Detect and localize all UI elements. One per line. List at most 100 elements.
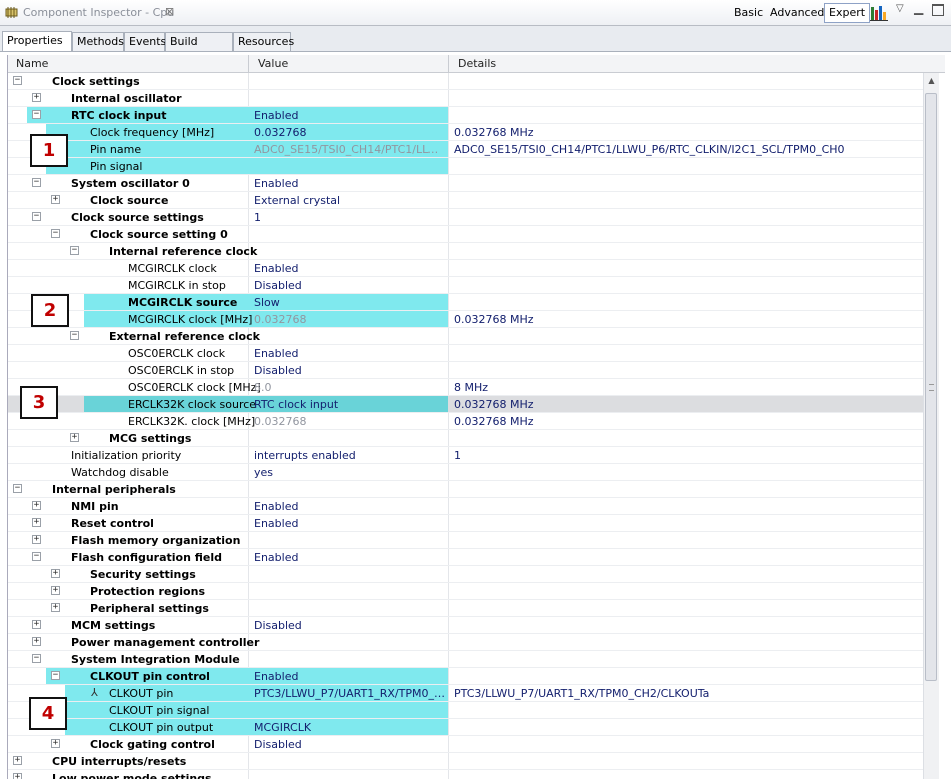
tree-row[interactable]: − System oscillator 0 Enabled: [8, 175, 924, 192]
column-separator[interactable]: [248, 55, 249, 72]
expand-icon[interactable]: +: [32, 620, 41, 629]
tree-row[interactable]: ERCLK32K clock source RTC clock input 0.03…: [8, 396, 924, 413]
collapse-icon[interactable]: −: [32, 212, 41, 221]
tab-properties[interactable]: Properties: [2, 31, 72, 51]
tree-row[interactable]: + Security settings: [8, 566, 924, 583]
tree-row[interactable]: + Clock source External crystal: [8, 192, 924, 209]
expand-icon[interactable]: +: [70, 433, 79, 442]
row-value[interactable]: yes: [254, 466, 273, 479]
row-value[interactable]: 0.032768: [254, 126, 307, 139]
tree-row[interactable]: − Flash configuration field Enabled: [8, 549, 924, 566]
row-value[interactable]: 0.032768: [254, 313, 307, 326]
row-value[interactable]: External crystal: [254, 194, 340, 207]
row-value[interactable]: interrupts enabled: [254, 449, 356, 462]
row-value[interactable]: 0.032768: [254, 415, 307, 428]
expand-icon[interactable]: +: [13, 773, 22, 779]
expand-icon[interactable]: +: [51, 586, 60, 595]
tree-row[interactable]: Pin name ADC0_SE15/TSI0_CH14/PTC1/LLWU...…: [8, 141, 924, 158]
collapse-icon[interactable]: −: [70, 246, 79, 255]
tree-row[interactable]: + Peripheral settings: [8, 600, 924, 617]
tree-row[interactable]: − External reference clock: [8, 328, 924, 345]
expand-icon[interactable]: +: [51, 739, 60, 748]
row-value[interactable]: 1: [254, 211, 261, 224]
row-value[interactable]: Enabled: [254, 517, 298, 530]
column-header-name[interactable]: Name: [16, 57, 48, 70]
tree-row[interactable]: Clock frequency [MHz] 0.032768 0.032768 MH…: [8, 124, 924, 141]
tree-row[interactable]: + CPU interrupts/resets: [8, 753, 924, 770]
tree-row[interactable]: + Flash memory organization: [8, 532, 924, 549]
tree-row[interactable]: + Power management controller: [8, 634, 924, 651]
column-separator[interactable]: [448, 55, 449, 72]
row-value[interactable]: ADC0_SE15/TSI0_CH14/PTC1/LLWU...: [254, 143, 449, 156]
scrollbar-thumb[interactable]: [925, 93, 937, 681]
tree-row[interactable]: + MCG settings: [8, 430, 924, 447]
row-value[interactable]: PTC3/LLWU_P7/UART1_RX/TPM0_CH...: [254, 687, 449, 700]
collapse-icon[interactable]: −: [13, 484, 22, 493]
expand-icon[interactable]: +: [32, 535, 41, 544]
tree-row[interactable]: OSC0ERCLK clock [MHz] 8.0 8 MHz: [8, 379, 924, 396]
column-header-value[interactable]: Value: [258, 57, 288, 70]
mode-expert-button[interactable]: Expert: [824, 3, 871, 23]
collapse-icon[interactable]: −: [32, 178, 41, 187]
row-value[interactable]: Enabled: [254, 262, 298, 275]
column-header-details[interactable]: Details: [458, 57, 496, 70]
tree-row[interactable]: MCGIRCLK source Slow: [8, 294, 924, 311]
expand-icon[interactable]: +: [32, 518, 41, 527]
tree-row[interactable]: CLKOUT pin signal: [8, 702, 924, 719]
expand-icon[interactable]: +: [32, 501, 41, 510]
row-value[interactable]: Enabled: [254, 670, 298, 683]
view-menu-icon[interactable]: ▽: [896, 3, 904, 14]
tree-row[interactable]: − Clock source settings 1: [8, 209, 924, 226]
collapse-icon[interactable]: −: [32, 110, 41, 119]
tree-row[interactable]: CLKOUT pin output MCGIRCLK: [8, 719, 924, 736]
tree-row[interactable]: + NMI pin Enabled: [8, 498, 924, 515]
tree-row[interactable]: − CLKOUT pin control Enabled: [8, 668, 924, 685]
row-value[interactable]: Enabled: [254, 177, 298, 190]
row-value[interactable]: Disabled: [254, 279, 302, 292]
maximize-icon[interactable]: [932, 4, 944, 16]
row-value[interactable]: Enabled: [254, 500, 298, 513]
tree-row[interactable]: − Internal peripherals: [8, 481, 924, 498]
tree-row[interactable]: + Clock gating control Disabled: [8, 736, 924, 753]
tree-row[interactable]: + Protection regions: [8, 583, 924, 600]
tree-row[interactable]: MCGIRCLK in stop Disabled: [8, 277, 924, 294]
tree-row[interactable]: − System Integration Module: [8, 651, 924, 668]
row-value[interactable]: MCGIRCLK: [254, 721, 311, 734]
tab-build-options[interactable]: Build options: [165, 32, 233, 66]
row-value[interactable]: Disabled: [254, 364, 302, 377]
bar-chart-icon[interactable]: [870, 4, 888, 21]
tree-row[interactable]: − Clock settings: [8, 73, 924, 90]
row-value[interactable]: Slow: [254, 296, 280, 309]
tree-row[interactable]: ERCLK32K. clock [MHz] 0.032768 0.032768 MH…: [8, 413, 924, 430]
row-value[interactable]: Enabled: [254, 347, 298, 360]
mode-advanced-button[interactable]: Advanced: [768, 3, 826, 23]
collapse-icon[interactable]: −: [51, 671, 60, 680]
collapse-icon[interactable]: −: [51, 229, 60, 238]
minimize-icon[interactable]: ▁: [914, 1, 923, 15]
tree-row[interactable]: + Internal oscillator: [8, 90, 924, 107]
tree-row[interactable]: ⅄ CLKOUT pin PTC3/LLWU_P7/UART1_RX/TPM0_CH…: [8, 685, 924, 702]
expand-icon[interactable]: +: [13, 756, 22, 765]
scroll-up-icon[interactable]: ▲: [924, 73, 939, 89]
row-value[interactable]: 8.0: [254, 381, 272, 394]
collapse-icon[interactable]: −: [13, 76, 22, 85]
tree-row[interactable]: OSC0ERCLK clock Enabled: [8, 345, 924, 362]
collapse-icon[interactable]: −: [32, 552, 41, 561]
tree-row[interactable]: OSC0ERCLK in stop Disabled: [8, 362, 924, 379]
tree-row[interactable]: − RTC clock input Enabled: [8, 107, 924, 124]
row-value[interactable]: RTC clock input: [254, 398, 338, 411]
row-value[interactable]: Disabled: [254, 738, 302, 751]
tab-methods[interactable]: Methods: [72, 32, 124, 51]
collapse-icon[interactable]: −: [70, 331, 79, 340]
expand-icon[interactable]: +: [51, 603, 60, 612]
mode-basic-button[interactable]: Basic: [732, 3, 765, 23]
row-value[interactable]: Enabled: [254, 109, 298, 122]
tree-row[interactable]: Watchdog disable yes: [8, 464, 924, 481]
tree-row[interactable]: + MCM settings Disabled: [8, 617, 924, 634]
collapse-icon[interactable]: −: [32, 654, 41, 663]
tree-row[interactable]: + Reset control Enabled: [8, 515, 924, 532]
row-value[interactable]: Enabled: [254, 551, 298, 564]
tree-row[interactable]: Pin signal: [8, 158, 924, 175]
tree-row[interactable]: − Clock source setting 0: [8, 226, 924, 243]
row-value[interactable]: Disabled: [254, 619, 302, 632]
